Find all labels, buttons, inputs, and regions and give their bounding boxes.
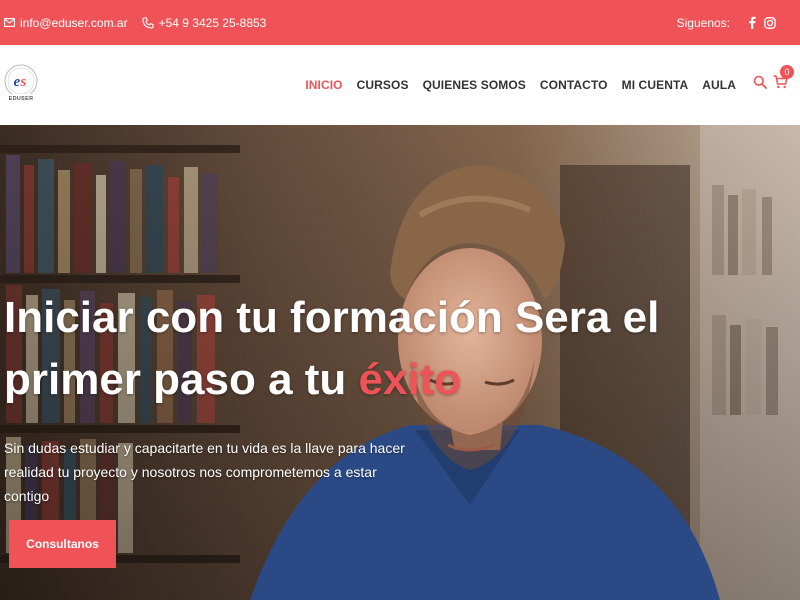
hero-title: Iniciar con tu formación Sera el primer … xyxy=(4,287,724,411)
search-icon[interactable] xyxy=(753,75,767,89)
svg-text:e: e xyxy=(14,74,21,90)
nav-aula[interactable]: AULA xyxy=(702,78,736,92)
site-logo[interactable]: e s EDUSER xyxy=(4,60,38,106)
nav-quienes-somos[interactable]: QUIENES SOMOS xyxy=(423,78,526,92)
hero-section: Iniciar con tu formación Sera el primer … xyxy=(0,125,800,600)
facebook-icon[interactable] xyxy=(748,16,756,29)
phone-text: +54 9 3425 25-8853 xyxy=(158,15,267,30)
header-actions: 0 xyxy=(747,65,794,89)
nav-inicio[interactable]: INICIO xyxy=(305,78,342,92)
nav-cursos[interactable]: CURSOS xyxy=(357,78,409,92)
main-navigation: INICIO CURSOS QUIENES SOMOS CONTACTO MI … xyxy=(291,45,736,125)
hero-title-accent: éxito xyxy=(358,355,462,404)
contact-info: info@eduser.com.ar +54 9 3425 25-8853 xyxy=(4,16,280,30)
cart-count-badge: 0 xyxy=(780,65,794,79)
envelope-icon xyxy=(4,18,15,27)
logo-emblem: e s EDUSER xyxy=(4,64,38,102)
email-text: info@eduser.com.ar xyxy=(20,15,128,30)
hero-description: Sin dudas estudiar y capacitarte en tu v… xyxy=(4,440,405,504)
svg-text:EDUSER: EDUSER xyxy=(9,96,34,102)
nav-contacto[interactable]: CONTACTO xyxy=(540,78,608,92)
phone-icon xyxy=(142,16,154,29)
social-links: Siguenos: xyxy=(677,16,776,30)
consultanos-button[interactable]: Consultanos xyxy=(9,520,116,568)
instagram-icon[interactable] xyxy=(764,16,776,29)
nav-mi-cuenta[interactable]: MI CUENTA xyxy=(622,78,689,92)
phone-link[interactable]: +54 9 3425 25-8853 xyxy=(142,15,267,30)
cart-icon[interactable]: 0 xyxy=(773,65,794,89)
top-bar: info@eduser.com.ar +54 9 3425 25-8853 Si… xyxy=(0,0,800,45)
svg-text:s: s xyxy=(20,74,27,90)
main-header: e s EDUSER INICIO CURSOS QUIENES SOMOS C… xyxy=(0,45,800,125)
social-label: Siguenos: xyxy=(676,15,730,30)
email-link[interactable]: info@eduser.com.ar xyxy=(4,16,128,30)
hero-title-main: Iniciar con tu formación Sera el primer … xyxy=(4,293,660,404)
